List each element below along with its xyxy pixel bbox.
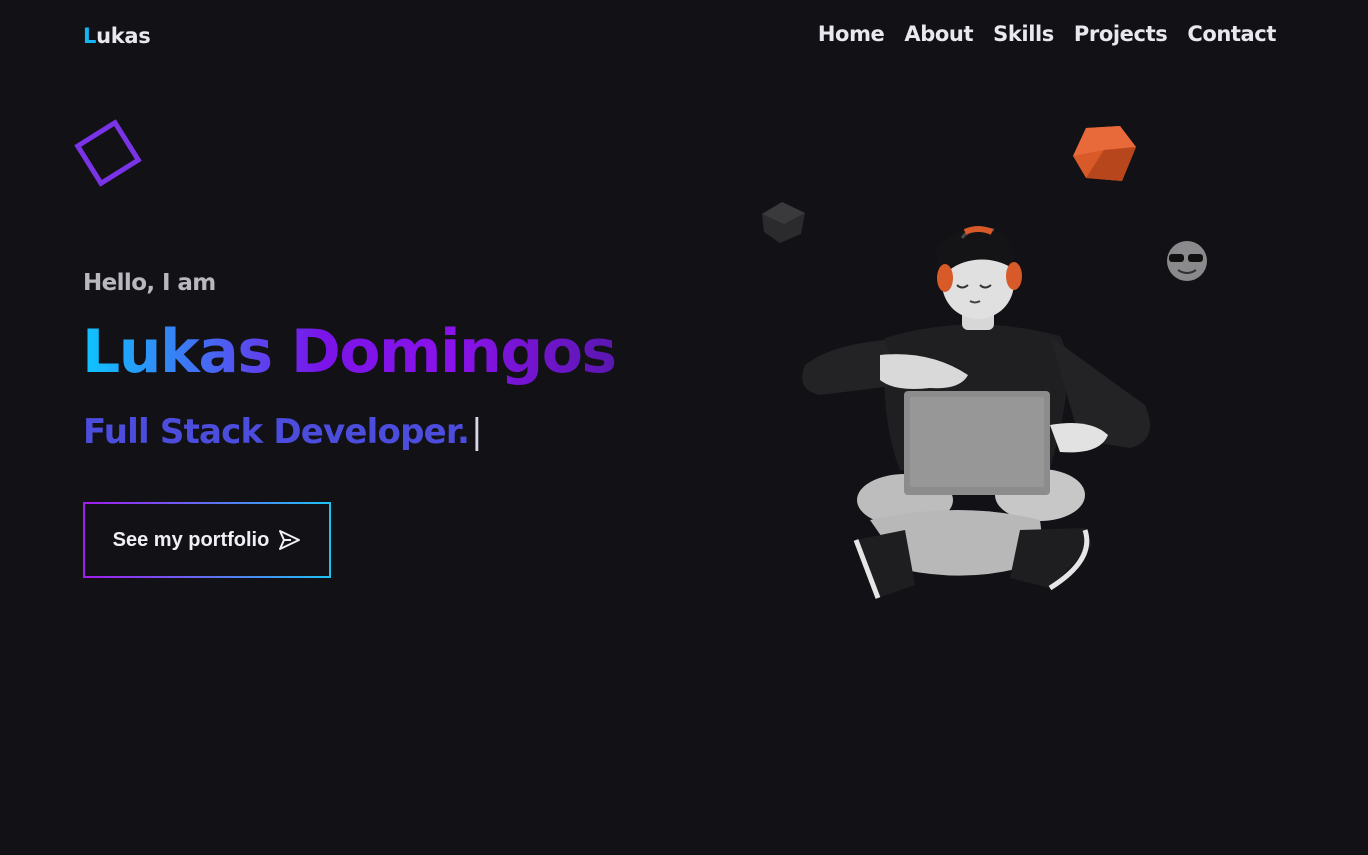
nav-projects[interactable]: Projects [1074, 22, 1168, 46]
dark-cube-shape [762, 202, 805, 243]
see-portfolio-button[interactable]: See my portfolio [83, 502, 331, 578]
send-icon [279, 530, 301, 550]
hero-name: Lukas Domingos [82, 312, 617, 392]
cta-label: See my portfolio [112, 528, 270, 551]
site-logo[interactable]: Lukas [83, 24, 151, 48]
nav-home[interactable]: Home [818, 22, 885, 46]
nav-contact[interactable]: Contact [1187, 22, 1276, 46]
main-navigation: Home About Skills Projects Contact [798, 22, 1277, 46]
laptop-icon [904, 391, 1050, 495]
see-portfolio-button-inner: See my portfolio [85, 504, 329, 576]
orange-cube-shape [1073, 126, 1136, 181]
logo-initial: L [83, 24, 97, 48]
role-text: Full Stack Developer. [83, 412, 470, 452]
hero-role: Full Stack Developer.| [83, 412, 483, 452]
hero-greeting: Hello, I am [83, 270, 216, 296]
developer-illustration [762, 126, 1207, 599]
sunglasses-emoji-icon [1167, 241, 1207, 281]
nav-about[interactable]: About [904, 22, 973, 46]
outlined-square-shape [74, 119, 142, 187]
typing-caret: | [471, 412, 482, 452]
nav-skills[interactable]: Skills [993, 22, 1054, 46]
character-head [936, 226, 1022, 330]
logo-text: ukas [96, 24, 151, 48]
